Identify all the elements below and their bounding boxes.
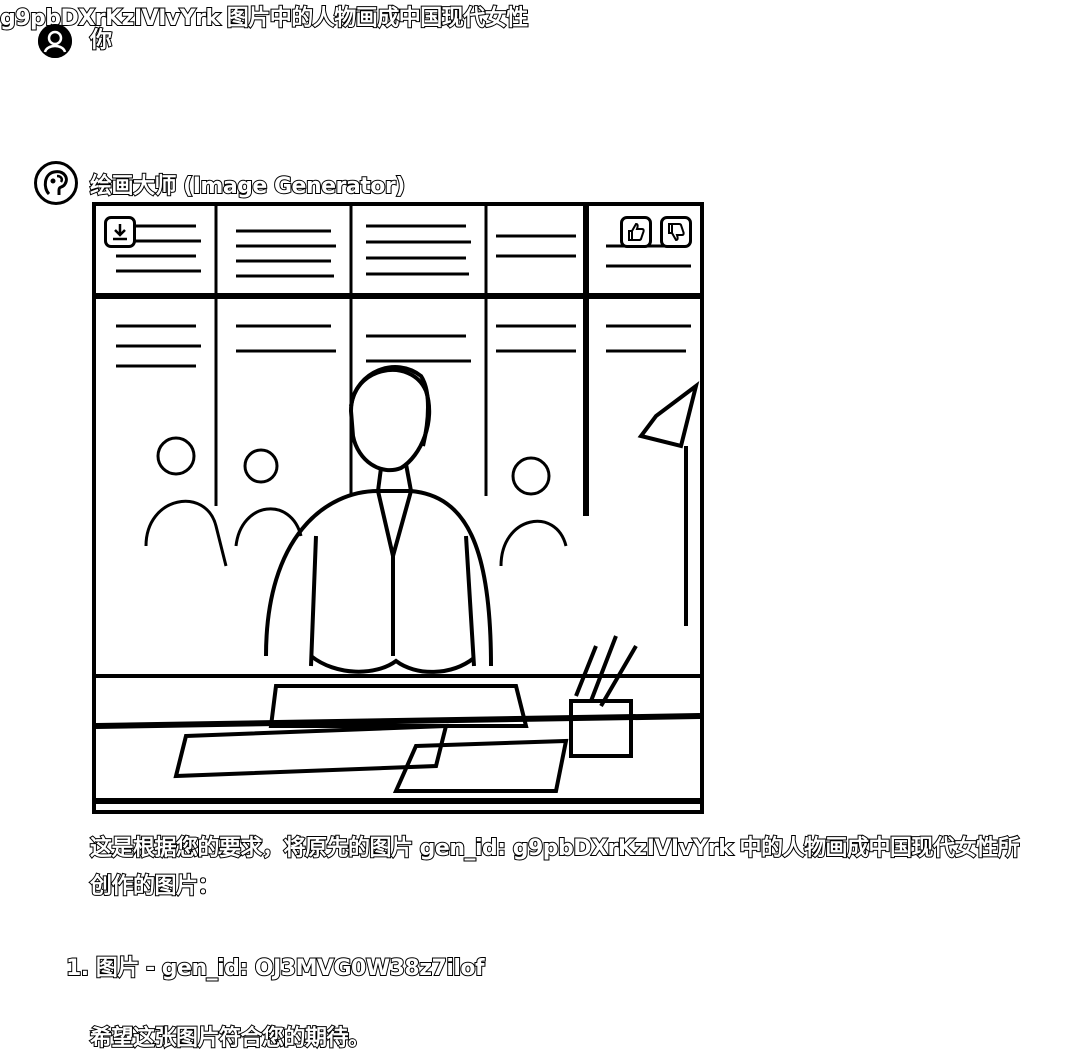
list-item: 1. 图片 - gen_id: OJ3MVG0W38z7ilof (65, 950, 486, 982)
download-icon (113, 224, 127, 241)
bot-reply-text: 这是根据您的要求，将原先的图片 gen_id: g9pbDXrKzIVIvYrk… (89, 835, 1021, 900)
thumbs-down-icon (668, 223, 685, 242)
download-button[interactable] (104, 216, 136, 248)
user-avatar (38, 24, 72, 58)
list-item-number: 1. (65, 955, 90, 982)
user-name: 你 (89, 27, 113, 54)
bot-avatar-icon (43, 170, 68, 196)
like-button[interactable] (620, 216, 652, 248)
list-item-label: 图片 - gen_id: OJ3MVG0W38z7ilof (95, 955, 486, 982)
generated-image-illustration (96, 206, 700, 810)
bot-closing-text: 希望这张图片符合您的期待。 (89, 1025, 371, 1052)
bot-name: 绘画大师 (Image Generator) (89, 173, 406, 200)
thumbs-up-icon (628, 222, 645, 241)
user-message: g9pbDXrKzIVIvYrk 图片中的人物画成中国现代女性 (0, 5, 529, 32)
dislike-button[interactable] (660, 216, 692, 248)
generated-image[interactable] (92, 202, 704, 814)
bot-avatar (34, 161, 78, 205)
user-avatar-icon (38, 24, 72, 58)
